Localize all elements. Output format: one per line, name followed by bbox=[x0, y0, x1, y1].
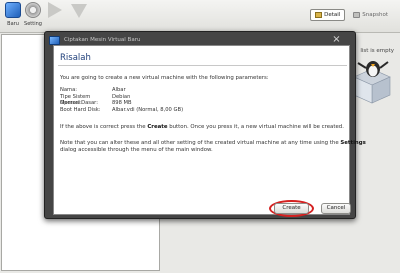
param-value: Albar.vdi (Normal, 8,00 GB) bbox=[112, 106, 184, 113]
main-toolbar: Baru Setting Detail Snapshot bbox=[0, 0, 400, 33]
confirm-text-create: Create bbox=[147, 124, 168, 130]
down-arrow-icon bbox=[71, 4, 87, 18]
parameter-summary: Nama: Albar Tipe Sistem Operasi: Debian … bbox=[60, 87, 183, 113]
virtualbox-icon bbox=[49, 36, 60, 45]
new-vm-wizard-dialog: Ciptakan Mesin Virtual Baru × Risalah Yo… bbox=[44, 31, 366, 219]
gear-icon bbox=[25, 2, 41, 18]
tab-snapshot[interactable]: Snapshot bbox=[349, 9, 392, 21]
tab-details-label: Detail bbox=[324, 12, 341, 18]
details-tabbar: Detail Snapshot bbox=[310, 9, 392, 21]
dialog-title: Ciptakan Mesin Virtual Baru bbox=[64, 37, 141, 43]
details-icon bbox=[315, 12, 323, 18]
create-button[interactable]: Create bbox=[274, 203, 309, 214]
settings-label: Setting bbox=[24, 21, 42, 27]
new-vm-icon bbox=[5, 2, 21, 18]
param-key: Boot Hard Disk: bbox=[60, 106, 101, 113]
confirm-text-pre: If the above is correct press the bbox=[60, 124, 148, 130]
page-heading: Risalah bbox=[60, 53, 91, 63]
tab-details[interactable]: Detail bbox=[310, 9, 346, 21]
param-row-boot-disk: Boot Hard Disk: Albar.vdi (Normal, 8,00 … bbox=[60, 107, 183, 114]
note-text: Note that you can alter these and all ot… bbox=[60, 140, 366, 146]
intro-text: You are going to create a new virtual ma… bbox=[60, 75, 269, 81]
empty-list-hint: list is empty bbox=[360, 48, 394, 54]
note-text-pre: Note that you can alter these and all ot… bbox=[60, 140, 341, 146]
discard-button[interactable] bbox=[68, 2, 90, 18]
start-button[interactable] bbox=[44, 2, 66, 18]
cancel-button[interactable]: Cancel bbox=[321, 203, 351, 214]
settings-button[interactable]: Setting bbox=[22, 2, 44, 27]
new-vm-button[interactable]: Baru bbox=[2, 2, 24, 27]
heading-divider bbox=[58, 65, 347, 66]
close-icon[interactable]: × bbox=[331, 34, 342, 45]
tab-snapshot-label: Snapshot bbox=[362, 12, 388, 18]
start-arrow-icon bbox=[48, 2, 62, 18]
confirm-text-post: button. Once you press it, a new virtual… bbox=[167, 124, 344, 130]
camera-icon bbox=[353, 12, 361, 18]
confirm-text: If the above is correct press the Create… bbox=[60, 124, 344, 130]
mascot-image bbox=[353, 61, 391, 104]
new-vm-label: Baru bbox=[7, 21, 19, 27]
note-text-settings: Settings bbox=[340, 140, 366, 146]
dialog-content: Risalah You are going to create a new vi… bbox=[53, 45, 366, 215]
note-text-line2: dialog accessible through the menu of th… bbox=[60, 147, 213, 153]
